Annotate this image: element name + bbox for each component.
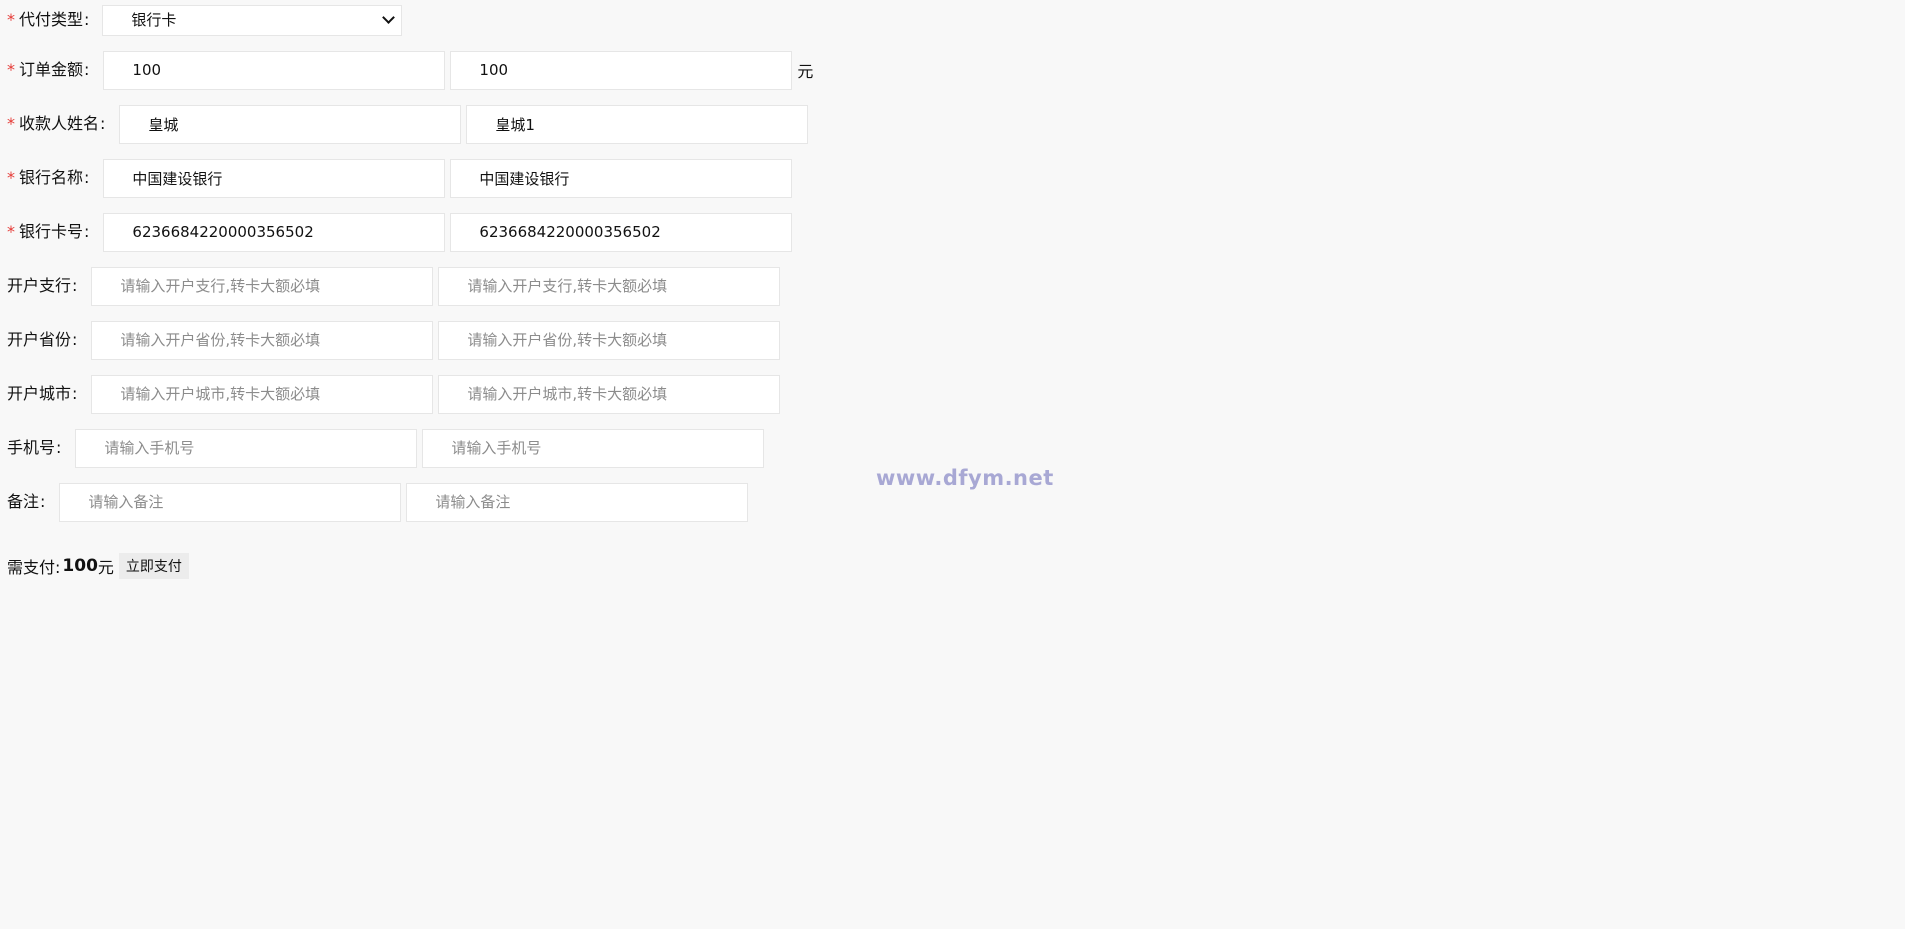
province-row: 开户省份: — [7, 320, 781, 360]
pay-type-select-wrap: 银行卡 — [102, 4, 403, 36]
order-amount-label-text: 订单金额 — [19, 60, 84, 79]
colon: : — [72, 276, 78, 295]
payout-form: *代付类型: 银行卡 *订单金额: 元 *收款人姓名: *银行名称: *银行卡号… — [0, 0, 1905, 929]
colon: : — [100, 114, 106, 133]
branch-row: 开户支行: — [7, 266, 781, 306]
colon: : — [84, 10, 90, 29]
required-mark: * — [7, 60, 15, 79]
required-mark: * — [7, 222, 15, 241]
card-number-input-1[interactable] — [103, 212, 446, 252]
required-mark: * — [7, 114, 15, 133]
order-amount-label: * 订单金额: — [7, 50, 89, 90]
phone-input-1[interactable] — [75, 428, 418, 468]
province-label-text: 开户省份 — [7, 330, 72, 349]
branch-input-2[interactable] — [438, 266, 781, 306]
order-amount-input-1[interactable] — [103, 50, 446, 90]
phone-label: 手机号: — [7, 428, 61, 468]
order-amount-row: *订单金额: 元 — [7, 50, 813, 90]
colon: : — [40, 492, 46, 511]
colon: : — [84, 222, 90, 241]
pay-type-row: * 代付类型: 银行卡 — [7, 0, 403, 40]
required-mark: * — [7, 168, 15, 187]
card-number-label: * 银行卡号: — [7, 212, 89, 252]
province-input-1[interactable] — [91, 320, 434, 360]
branch-label: 开户支行: — [7, 266, 77, 306]
payee-name-input-2[interactable] — [466, 104, 809, 144]
pay-type-select[interactable]: 银行卡 — [102, 4, 403, 36]
card-number-label-text: 银行卡号 — [19, 222, 84, 241]
branch-label-text: 开户支行 — [7, 276, 72, 295]
card-number-row: * 银行卡号: — [7, 212, 793, 252]
remark-label-text: 备注 — [7, 492, 40, 511]
province-input-2[interactable] — [438, 320, 781, 360]
city-row: 开户城市: — [7, 374, 781, 414]
colon: : — [84, 168, 90, 187]
card-number-input-2[interactable] — [450, 212, 793, 252]
remark-row: 备注: — [7, 482, 749, 522]
payment-unit: 元 — [97, 558, 114, 577]
phone-label-text: 手机号 — [7, 438, 56, 457]
bank-name-label-text: 银行名称 — [19, 168, 84, 187]
bank-name-input-1[interactable] — [103, 158, 446, 198]
amount-unit: 元 — [797, 62, 814, 81]
phone-row: 手机号: — [7, 428, 765, 468]
colon: : — [72, 384, 78, 403]
required-mark: * — [7, 10, 15, 29]
colon: : — [56, 438, 62, 457]
order-amount-input-2[interactable] — [450, 50, 793, 90]
phone-input-2[interactable] — [422, 428, 765, 468]
bank-name-label: * 银行名称: — [7, 158, 89, 198]
remark-input-1[interactable] — [59, 482, 402, 522]
city-input-1[interactable] — [91, 374, 434, 414]
payment-row: 需支付: 100 元 立即支付 — [7, 553, 189, 579]
bank-name-input-2[interactable] — [450, 158, 793, 198]
province-label: 开户省份: — [7, 320, 77, 360]
remark-label: 备注: — [7, 482, 45, 522]
city-input-2[interactable] — [438, 374, 781, 414]
payee-name-label: * 收款人姓名: — [7, 104, 105, 144]
colon: : — [72, 330, 78, 349]
payee-name-label-text: 收款人姓名 — [19, 114, 100, 133]
pay-type-label-text: 代付类型 — [19, 10, 84, 29]
colon: : — [84, 60, 90, 79]
watermark: www.dfym.net — [876, 466, 1054, 490]
city-label: 开户城市: — [7, 374, 77, 414]
payee-name-row: * 收款人姓名: — [7, 104, 809, 144]
payment-amount: 100 — [62, 556, 98, 576]
payee-name-input-1[interactable] — [119, 104, 462, 144]
bank-name-row: * 银行名称: — [7, 158, 793, 198]
remark-input-2[interactable] — [406, 482, 749, 522]
branch-input-1[interactable] — [91, 266, 434, 306]
city-label-text: 开户城市 — [7, 384, 72, 403]
pay-now-button[interactable]: 立即支付 — [118, 553, 189, 579]
pay-type-label: * 代付类型: — [7, 0, 89, 40]
payment-label: 需支付: — [7, 558, 61, 577]
